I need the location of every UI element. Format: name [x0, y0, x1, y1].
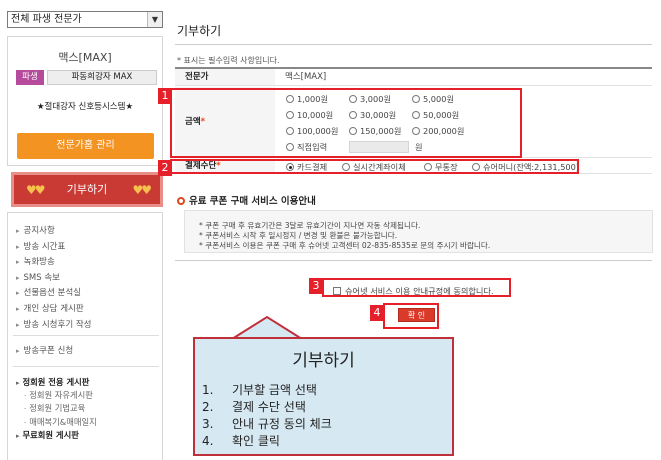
callout-title: 기부하기: [292, 351, 355, 371]
instruction-step: 3. 안내 규정 동의 체크: [202, 415, 332, 432]
instruction-callout: 기부하기 1. 기부할 금액 선택 2. 결제 수단 선택 3. 안내 규정 동의 체…: [193, 337, 454, 456]
instruction-steps: 1. 기부할 금액 선택 2. 결제 수단 선택 3. 안내 규정 동의 체크 4. 확…: [202, 381, 332, 449]
step-number: 2.: [202, 400, 214, 414]
step-text: 안내 규정 동의 체크: [232, 417, 332, 431]
instruction-step: 2. 결제 수단 선택: [202, 398, 332, 415]
step-number: 1.: [202, 383, 214, 397]
instruction-step: 1. 기부할 금액 선택: [202, 381, 332, 398]
step-text: 기부할 금액 선택: [232, 383, 317, 397]
step-number: 4.: [202, 434, 214, 448]
instruction-step: 4. 확인 클릭: [202, 432, 332, 449]
step-text: 확인 클릭: [232, 434, 280, 448]
step-number: 3.: [202, 417, 214, 431]
step-text: 결제 수단 선택: [232, 400, 306, 414]
